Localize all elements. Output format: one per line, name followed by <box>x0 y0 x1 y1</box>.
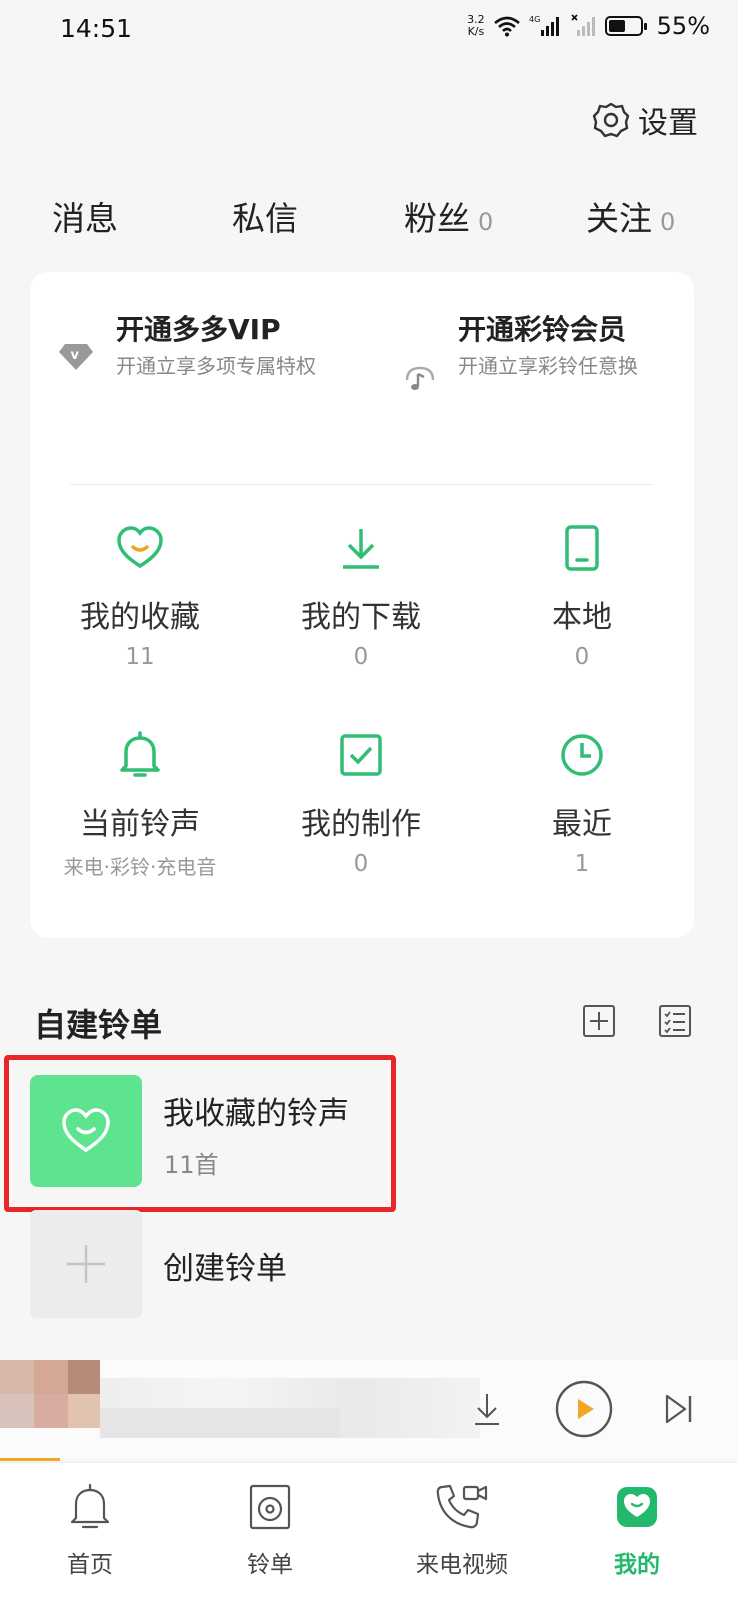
grid-recent-count: 1 <box>574 851 590 877</box>
play-button[interactable] <box>554 1379 614 1443</box>
grid-recent[interactable]: 最近 1 <box>472 727 692 877</box>
phone-video-icon <box>392 1479 532 1535</box>
battery-icon <box>604 16 647 36</box>
grid-downloads-label: 我的下载 <box>301 600 421 635</box>
player-progress <box>0 1458 60 1461</box>
grid-my-creations[interactable]: 我的制作 0 <box>251 727 471 877</box>
create-playlist-label[interactable]: 创建铃单 <box>163 1243 287 1288</box>
tab-playlists[interactable]: 铃单 <box>210 1479 330 1579</box>
music-note-icon <box>404 364 436 398</box>
phone-icon <box>472 520 692 576</box>
grid-current-ringtone[interactable]: 当前铃声 来电·彩铃·充电音 <box>30 727 250 880</box>
tab-mine-label: 我的 <box>614 1552 660 1578</box>
clock-icon <box>472 727 692 783</box>
grid-current-ringtone-label: 当前铃声 <box>80 807 200 842</box>
signal-empty-icon <box>571 14 595 36</box>
following-count: 0 <box>660 208 676 236</box>
tab-home-label: 首页 <box>67 1552 113 1578</box>
player-download-button[interactable] <box>472 1392 502 1430</box>
status-icons: 3.2 K/s 4G 55% <box>467 12 710 40</box>
tab-mine[interactable]: 我的 <box>577 1479 697 1579</box>
grid-favorites-count: 11 <box>125 644 155 670</box>
vip-cailing-subtitle: 开通立享彩铃任意换 <box>458 354 638 378</box>
grid-my-creations-count: 0 <box>353 851 369 877</box>
grid-local[interactable]: 本地 0 <box>472 520 692 670</box>
settings-label: 设置 <box>638 106 698 141</box>
download-icon <box>475 1394 499 1425</box>
fans-count: 0 <box>478 208 494 236</box>
tab-call-video-label: 来电视频 <box>416 1552 508 1578</box>
disc-icon <box>210 1479 330 1535</box>
nav-private-messages-label: 私信 <box>232 199 298 238</box>
profile-icon <box>577 1479 697 1535</box>
grid-downloads[interactable]: 我的下载 0 <box>251 520 471 670</box>
settings-button[interactable]: 设置 <box>592 98 698 142</box>
section-title-playlists: 自建铃单 <box>34 1006 163 1044</box>
bell-outline-icon <box>30 1479 150 1535</box>
download-icon <box>251 520 471 576</box>
grid-my-creations-label: 我的制作 <box>301 807 421 842</box>
gear-icon <box>592 102 630 138</box>
plus-icon <box>67 1245 105 1283</box>
bottom-nav: 首页 铃单 来电视频 我的 <box>0 1462 738 1600</box>
bell-icon <box>30 727 250 783</box>
next-button[interactable] <box>664 1393 694 1429</box>
diamond-v-icon: v <box>58 342 94 376</box>
svg-text:v: v <box>71 348 80 363</box>
add-playlist-button[interactable] <box>582 1004 616 1038</box>
nav-messages[interactable]: 消息 <box>52 192 118 240</box>
highlight-box <box>4 1055 396 1212</box>
nav-following[interactable]: 关注 0 <box>586 192 675 240</box>
grid-recent-label: 最近 <box>552 807 612 842</box>
network-type: 4G <box>529 15 540 24</box>
tab-call-video[interactable]: 来电视频 <box>392 1479 532 1579</box>
blurred-cover <box>0 1360 100 1440</box>
tab-home[interactable]: 首页 <box>30 1479 150 1579</box>
checklist-icon <box>659 1005 691 1037</box>
card-divider <box>70 484 654 485</box>
features-card: v 开通多多VIP 开通立享多项专属特权 开通彩铃会员 开通立享彩铃任意换 我的… <box>30 272 694 938</box>
status-time: 14:51 <box>60 14 133 43</box>
blurred-subtitle <box>100 1408 340 1438</box>
grid-current-ringtone-sub: 来电·彩铃·充电音 <box>63 855 217 879</box>
mini-player[interactable] <box>0 1360 738 1460</box>
nav-fans-label: 粉丝 <box>404 199 470 238</box>
nav-messages-label: 消息 <box>52 199 118 238</box>
vip-duoduo-title: 开通多多VIP <box>116 313 281 346</box>
create-playlist-button[interactable] <box>30 1210 142 1318</box>
signal-icon: 4G <box>529 15 559 36</box>
wifi-icon <box>493 16 520 37</box>
grid-favorites[interactable]: 我的收藏 11 <box>30 520 250 670</box>
vip-duoduo-subtitle: 开通立享多项专属特权 <box>116 354 316 378</box>
vip-cailing-entry[interactable]: 开通彩铃会员 开通立享彩铃任意换 <box>458 312 664 378</box>
heart-icon <box>30 520 250 576</box>
check-box-icon <box>251 727 471 783</box>
plus-box-icon <box>583 1005 615 1037</box>
battery-percent: 55% <box>656 12 710 40</box>
nav-following-label: 关注 <box>586 199 652 238</box>
vip-cailing-title: 开通彩铃会员 <box>458 313 627 346</box>
grid-downloads-count: 0 <box>353 644 369 670</box>
speed-unit: K/s <box>467 25 485 38</box>
vip-duoduo-entry[interactable]: 开通多多VIP 开通立享多项专属特权 <box>116 312 352 378</box>
network-speed: 3.2 K/s <box>467 14 485 38</box>
nav-private-messages[interactable]: 私信 <box>232 192 298 240</box>
grid-local-count: 0 <box>574 644 590 670</box>
nav-fans[interactable]: 粉丝 0 <box>404 192 493 240</box>
play-icon <box>555 1380 613 1438</box>
grid-local-label: 本地 <box>552 600 612 635</box>
manage-playlist-button[interactable] <box>658 1004 692 1038</box>
tab-playlists-label: 铃单 <box>247 1552 293 1578</box>
skip-next-icon <box>665 1394 692 1424</box>
grid-favorites-label: 我的收藏 <box>80 600 200 635</box>
